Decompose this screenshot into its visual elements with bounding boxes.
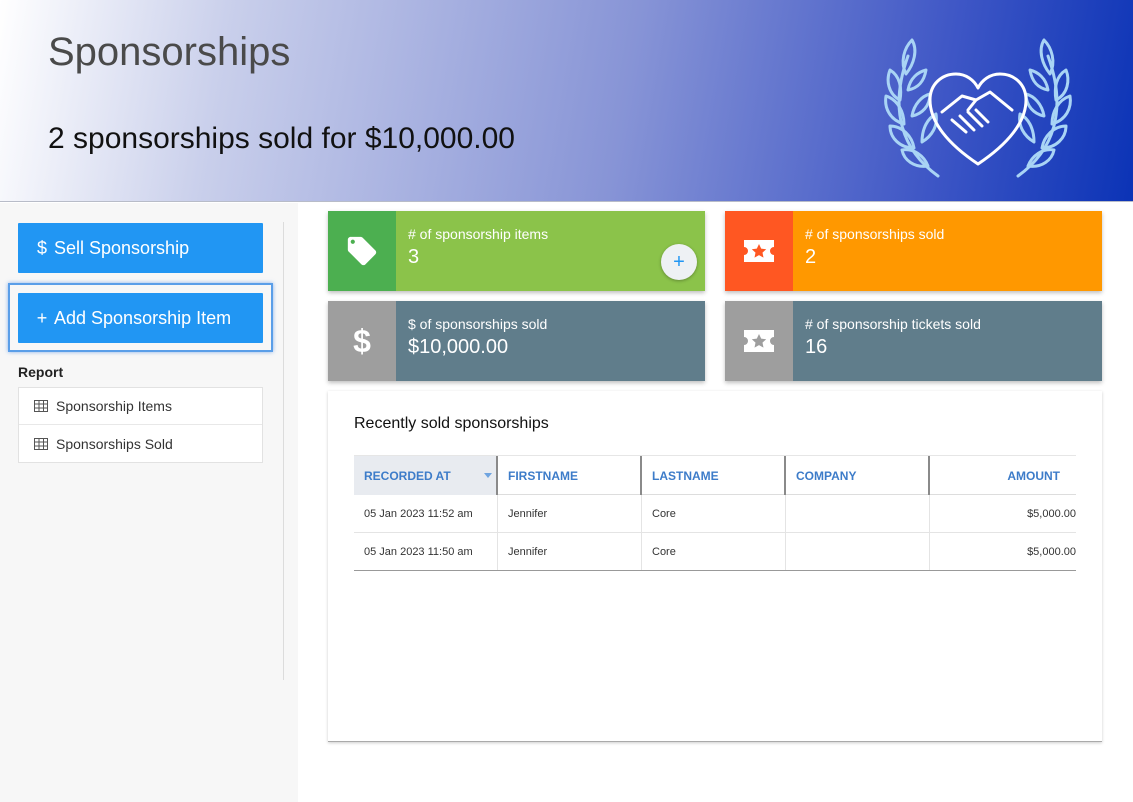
dollar-icon: $ — [36, 237, 47, 258]
column-header-firstname[interactable]: FIRSTNAME — [498, 456, 642, 495]
page-title: Sponsorships — [48, 30, 291, 74]
column-header-label: LASTNAME — [652, 468, 719, 483]
panel-title: Recently sold sponsorships — [354, 415, 549, 432]
report-item-label: Sponsorship Items — [56, 398, 172, 414]
stat-value: 3 — [408, 246, 420, 268]
report-item-label: Sponsorships Sold — [56, 435, 173, 452]
cell-recorded-at: 05 Jan 2023 11:52 am — [354, 495, 498, 532]
report-list: Sponsorship Items Sponsorships Sold — [18, 387, 263, 463]
plus-icon: + — [36, 307, 48, 328]
report-item-sponsorship-items[interactable]: Sponsorship Items — [19, 388, 262, 425]
stat-icon-box — [725, 211, 793, 291]
column-header-label: RECORDED AT — [364, 468, 451, 483]
stat-card-dollars-sold: $ $ of sponsorships sold $10,000.00 — [328, 301, 705, 381]
table-row[interactable]: 05 Jan 2023 11:50 am Jennifer Core $5,00… — [354, 533, 1076, 571]
stat-label: # of sponsorship items — [408, 226, 549, 242]
stat-card-sponsorship-items: # of sponsorship items 3 + — [328, 211, 705, 291]
cell-amount: $5,000.00 — [1027, 507, 1076, 520]
grid-icon — [34, 437, 48, 450]
cell-company — [786, 533, 930, 570]
stat-card-sponsorships-sold: # of sponsorships sold 2 — [725, 211, 1102, 291]
stat-icon-box: $ — [328, 301, 396, 381]
star-ticket-icon — [744, 240, 774, 262]
add-sponsorship-item-label: Add Sponsorship Item — [54, 307, 232, 328]
stat-value: $10,000.00 — [408, 336, 509, 358]
column-header-label: AMOUNT — [1007, 468, 1060, 483]
stat-icon-box — [328, 211, 396, 291]
column-header-amount[interactable]: AMOUNT — [930, 456, 1076, 495]
sort-desc-icon — [484, 473, 492, 478]
star-ticket-icon — [744, 330, 774, 352]
sell-sponsorship-label: Sell Sponsorship — [54, 237, 190, 258]
stat-label: # of sponsorship tickets sold — [805, 316, 981, 332]
cell-lastname: Core — [642, 533, 786, 570]
stat-icon-box — [725, 301, 793, 381]
report-item-sponsorships-sold[interactable]: Sponsorships Sold — [19, 425, 262, 462]
column-header-label: COMPANY — [796, 468, 857, 483]
cell-firstname: Jennifer — [498, 495, 642, 532]
add-item-fab-button[interactable]: + — [661, 244, 697, 280]
table-row[interactable]: 05 Jan 2023 11:52 am Jennifer Core $5,00… — [354, 495, 1076, 533]
stat-value: 16 — [805, 336, 828, 358]
stat-body: # of sponsorship tickets sold 16 — [793, 301, 1102, 381]
stat-body: # of sponsorship items 3 + — [396, 211, 705, 291]
cell-firstname: Jennifer — [498, 533, 642, 570]
add-sponsorship-item-button[interactable]: + Add Sponsorship Item — [18, 293, 263, 343]
tag-icon — [347, 236, 377, 266]
cell-company — [786, 495, 930, 532]
recent-sales-grid: RECORDED AT FIRSTNAME LASTNAME COMPANY A… — [354, 455, 1076, 571]
grid-icon — [34, 400, 48, 412]
column-header-recorded-at[interactable]: RECORDED AT — [354, 456, 498, 495]
cell-amount: $5,000.00 — [1027, 545, 1076, 558]
cell-lastname: Core — [642, 495, 786, 532]
recent-sales-panel: Recently sold sponsorships RECORDED AT F… — [328, 391, 1102, 742]
sales-summary: 2 sponsorships sold for $10,000.00 — [48, 122, 515, 155]
stat-value: 2 — [805, 246, 817, 268]
stat-body: $ of sponsorships sold $10,000.00 — [396, 301, 705, 381]
stat-body: # of sponsorships sold 2 — [793, 211, 1102, 291]
sidebar-divider — [283, 222, 284, 680]
report-heading: Report — [18, 364, 64, 380]
header-banner: Sponsorships 2 sponsorships sold for $10… — [0, 0, 1133, 202]
column-header-label: FIRSTNAME — [508, 468, 578, 483]
stat-card-tickets-sold: # of sponsorship tickets sold 16 — [725, 301, 1102, 381]
column-header-company[interactable]: COMPANY — [786, 456, 930, 495]
handshake-heart-laurel-icon — [884, 38, 1072, 178]
dollar-icon: $ — [353, 322, 371, 359]
stat-label: # of sponsorships sold — [805, 226, 945, 242]
stat-label: $ of sponsorships sold — [408, 316, 548, 332]
column-header-lastname[interactable]: LASTNAME — [642, 456, 786, 495]
cell-recorded-at: 05 Jan 2023 11:50 am — [354, 533, 498, 570]
sell-sponsorship-button[interactable]: $ Sell Sponsorship — [18, 223, 263, 273]
grid-header-row: RECORDED AT FIRSTNAME LASTNAME COMPANY A… — [354, 455, 1076, 495]
